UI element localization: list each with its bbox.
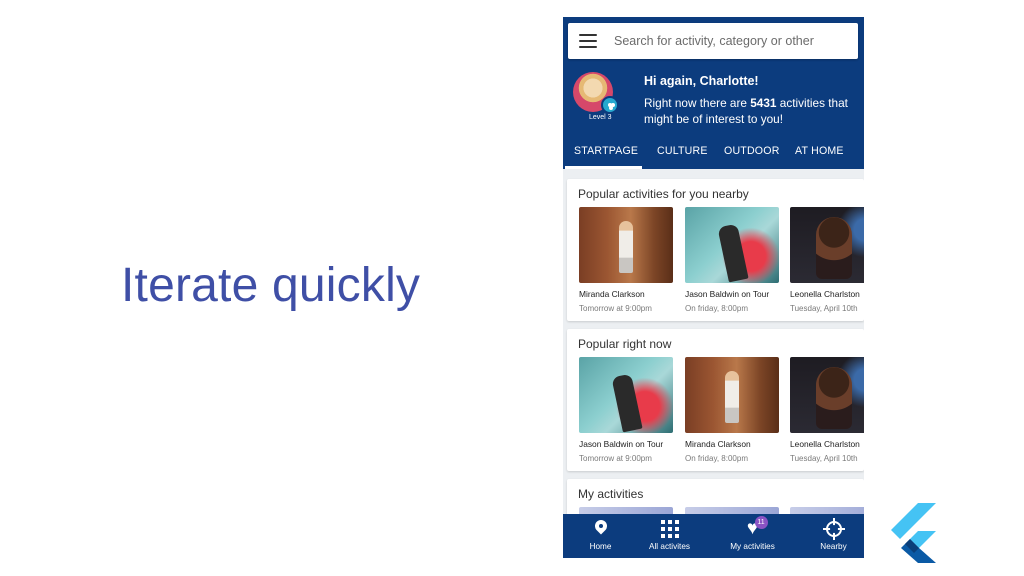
nav-label: Nearby <box>820 542 847 551</box>
hamburger-menu-icon[interactable] <box>579 34 597 48</box>
activity-image <box>685 357 779 433</box>
notification-badge: 11 <box>754 516 768 529</box>
activity-date: Tuesday, April 10th <box>790 454 858 463</box>
activity-title: Leonella Charlston <box>790 439 860 449</box>
activity-date: On friday, 8:00pm <box>685 454 748 463</box>
bottom-navigation: Home All activites ♥ 11 My activities Nea… <box>563 514 864 558</box>
tab-outdoor[interactable]: OUTDOOR <box>724 145 780 157</box>
nav-all-activities[interactable]: All activites <box>632 514 707 558</box>
app-header: Level 3 Hi again, Charlotte! Right now t… <box>563 17 864 169</box>
grid-icon <box>660 520 679 538</box>
nav-label: My activities <box>730 542 775 551</box>
activity-card[interactable]: Jason Baldwin on Tour Tomorrow at 9:00pm <box>579 357 674 463</box>
activity-image <box>579 207 673 283</box>
level-label: Level 3 <box>589 114 612 121</box>
greeting-text: Hi again, Charlotte! <box>644 74 759 88</box>
section-popular-now: Popular right now Jason Baldwin on Tour … <box>567 329 864 471</box>
activity-title: Miranda Clarkson <box>685 439 751 449</box>
level-badge-icon <box>601 96 619 114</box>
activity-date: On friday, 8:00pm <box>685 304 748 313</box>
activity-count: 5431 <box>750 96 777 110</box>
activity-title: Miranda Clarkson <box>579 289 645 299</box>
activity-image <box>685 207 779 283</box>
activity-card[interactable]: Leonella Charlston Tuesday, April 10th <box>790 357 864 463</box>
category-tabs: STARTPAGE CULTURE OUTDOOR AT HOME <box>563 142 864 169</box>
activity-card[interactable]: Jason Baldwin on Tour On friday, 8:00pm <box>685 207 780 313</box>
activity-card[interactable]: Leonella Charlston Tuesday, April 10th <box>790 207 864 313</box>
nav-nearby[interactable]: Nearby <box>796 514 864 558</box>
activity-card[interactable]: Miranda Clarkson On friday, 8:00pm <box>685 357 780 463</box>
section-title: My activities <box>578 487 644 501</box>
greeting-subtext: Right now there are 5431 activities that… <box>644 95 859 127</box>
activity-date: Tomorrow at 9:00pm <box>579 454 652 463</box>
search-input[interactable] <box>614 23 849 59</box>
section-popular-nearby: Popular activities for you nearby Mirand… <box>567 179 864 321</box>
activity-title: Jason Baldwin on Tour <box>579 439 664 449</box>
flutter-logo-icon <box>891 503 936 563</box>
nav-label: All activites <box>649 542 690 551</box>
phone-screen: Level 3 Hi again, Charlotte! Right now t… <box>563 17 864 558</box>
activity-image <box>790 207 864 283</box>
nav-label: Home <box>589 542 612 551</box>
activity-date: Tomorrow at 9:00pm <box>579 304 652 313</box>
activity-image <box>790 357 864 433</box>
tab-startpage[interactable]: STARTPAGE <box>574 145 638 157</box>
heart-icon: ♥ 11 <box>744 516 768 538</box>
nav-home[interactable]: Home <box>563 514 638 558</box>
activity-title: Jason Baldwin on Tour <box>685 289 770 299</box>
section-title: Popular right now <box>578 337 672 351</box>
slide-title: Iterate quickly <box>121 259 421 312</box>
activity-card[interactable]: Miranda Clarkson Tomorrow at 9:00pm <box>579 207 674 313</box>
activity-image <box>579 357 673 433</box>
activity-date: Tuesday, April 10th <box>790 304 858 313</box>
tab-culture[interactable]: CULTURE <box>657 145 708 157</box>
activity-title: Leonella Charlston <box>790 289 860 299</box>
crosshair-icon <box>822 518 845 540</box>
search-bar <box>568 23 858 59</box>
active-tab-indicator <box>565 166 642 169</box>
section-title: Popular activities for you nearby <box>578 187 749 201</box>
location-pin-icon <box>592 520 610 538</box>
greeting-sub-prefix: Right now there are <box>644 96 751 110</box>
tab-at-home[interactable]: AT HOME <box>795 145 844 157</box>
nav-my-activities[interactable]: ♥ 11 My activities <box>715 514 790 558</box>
